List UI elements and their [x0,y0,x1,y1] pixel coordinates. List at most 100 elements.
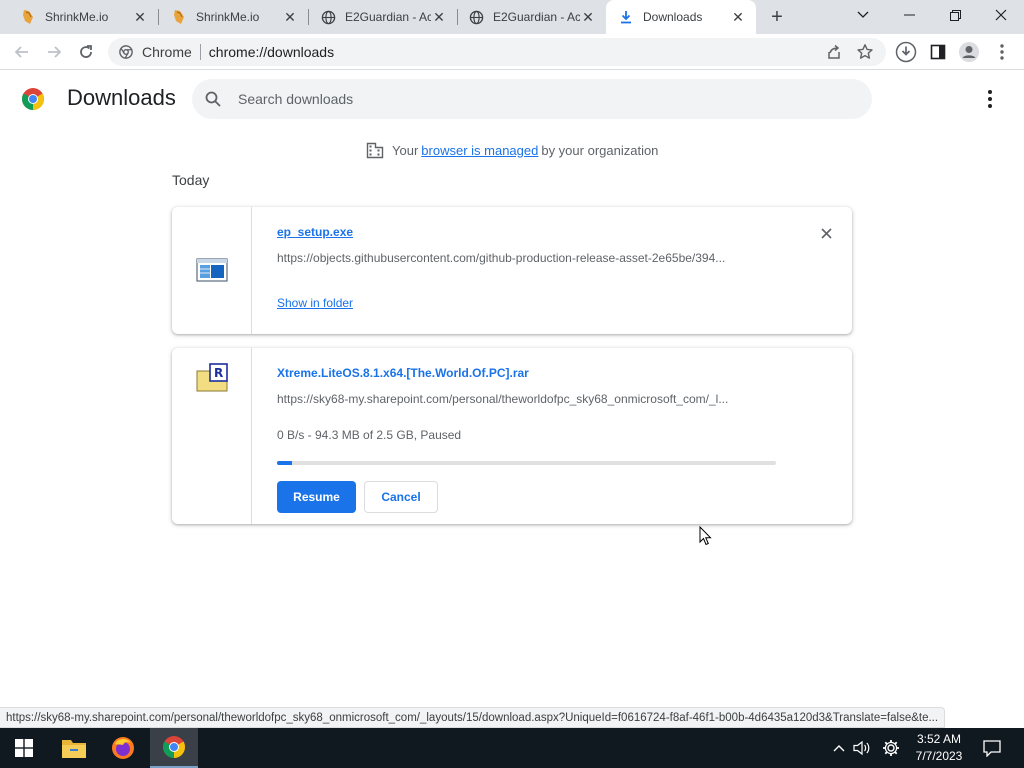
search-input[interactable] [238,91,838,107]
close-icon [995,9,1007,21]
close-icon[interactable]: ✕ [730,9,746,25]
show-hidden-icons-button[interactable] [828,728,850,768]
managed-notice: Your browser is managed by your organiza… [366,140,658,160]
file-explorer-taskbar-button[interactable] [50,728,98,768]
downloads-more-actions-button[interactable] [978,87,1002,111]
tab-search-button[interactable] [840,0,886,30]
shrinkme-icon [20,9,36,25]
close-window-button[interactable] [978,0,1024,30]
file-name-link[interactable]: ep_setup.exe [277,225,353,239]
firefox-taskbar-button[interactable] [99,728,147,768]
download-icon [618,9,634,25]
chrome-icon [163,736,185,758]
volume-button[interactable] [850,728,874,768]
close-icon[interactable]: ✕ [132,9,148,25]
minimize-icon [903,14,915,16]
arrow-right-icon [48,46,62,58]
browser-window: ShrinkMe.io ✕ ShrinkMe.io ✕ E2Guardian -… [0,0,1024,768]
url-text[interactable]: chrome://downloads [209,44,334,60]
browser-managed-link[interactable]: browser is managed [421,143,538,158]
search-icon [205,91,221,107]
tab-e2guardian-1[interactable]: E2Guardian - Ac ✕ [309,0,457,34]
download-circle-icon [895,41,917,63]
file-name-link[interactable]: Xtreme.LiteOS.8.1.x64.[The.World.Of.PC].… [277,366,529,380]
tab-downloads[interactable]: Downloads ✕ [606,0,756,34]
downloads-toolbar-button[interactable] [894,40,918,64]
browser-toolbar: Chrome chrome://downloads [0,34,1024,70]
rar-file-icon: R [196,363,228,392]
chrome-logo-icon [22,88,44,110]
tab-e2guardian-2[interactable]: E2Guardian - Ac ✕ [458,0,606,34]
file-source-url[interactable]: https://objects.githubusercontent.com/gi… [277,251,777,265]
search-box[interactable] [192,79,872,119]
arrow-left-icon [14,46,28,58]
gear-icon [883,740,899,756]
restore-icon [949,9,961,21]
progress-fill [277,461,292,465]
taskbar-clock[interactable]: 3:52 AM 7/7/2023 [910,731,968,765]
side-panel-icon [930,44,946,60]
more-vert-icon [1000,44,1004,60]
show-in-folder-link[interactable]: Show in folder [277,296,353,310]
resume-button[interactable]: Resume [277,481,356,513]
download-item: R Xtreme.LiteOS.8.1.x64.[The.World.Of.PC… [172,348,852,524]
close-icon[interactable]: ✕ [580,9,596,25]
cancel-button[interactable]: Cancel [364,481,438,513]
page-title: Downloads [67,85,176,110]
reload-icon [80,45,92,58]
profile-avatar-icon [959,42,979,62]
link-status-bubble: https://sky68-my.sharepoint.com/personal… [0,707,946,728]
bookmark-star-icon[interactable] [856,43,874,61]
action-center-button[interactable] [978,728,1006,768]
tab-title: E2Guardian - Ac [493,10,580,24]
windows-logo-icon [15,739,33,757]
file-icon-column: R [172,348,252,524]
new-tab-button[interactable]: + [764,5,790,29]
download-progress-bar [277,461,776,465]
file-source-url[interactable]: https://sky68-my.sharepoint.com/personal… [277,392,777,406]
chrome-menu-button[interactable] [990,40,1014,64]
building-icon [366,142,384,159]
chevron-up-icon [833,745,845,752]
chrome-taskbar-button[interactable] [150,728,198,768]
managed-text-before: Your [392,142,419,158]
date-section-header: Today [172,172,210,188]
globe-icon [468,9,484,25]
divider [199,44,201,60]
tab-title: E2Guardian - Ac [345,10,431,24]
notification-icon [983,739,1001,757]
start-button[interactable] [0,728,48,768]
remove-download-button[interactable] [818,225,834,241]
download-item: ep_setup.exe https://objects.githubuserc… [172,207,852,334]
profile-button[interactable] [957,40,981,64]
forward-button[interactable] [40,38,68,66]
close-icon[interactable]: ✕ [282,9,298,25]
folder-icon [62,740,86,758]
file-icon-column [172,207,252,334]
back-button[interactable] [8,38,36,66]
windows-taskbar: 3:52 AM 7/7/2023 [0,728,1024,768]
downloads-header: Downloads [0,71,1024,127]
clock-time: 3:52 AM [916,732,962,746]
firefox-icon [112,737,134,759]
speaker-icon [853,740,870,756]
site-chip: Chrome [142,44,192,60]
chevron-down-icon [857,11,869,18]
tab-shrinkme-1[interactable]: ShrinkMe.io ✕ [0,0,158,34]
tab-strip: ShrinkMe.io ✕ ShrinkMe.io ✕ E2Guardian -… [0,0,1024,34]
reload-button[interactable] [72,38,100,66]
globe-icon [320,9,336,25]
side-panel-button[interactable] [926,40,950,64]
mouse-cursor-icon [699,526,712,546]
shrinkme-icon [171,9,187,25]
tab-title: ShrinkMe.io [45,10,109,24]
close-icon [820,227,832,239]
restore-button[interactable] [932,0,978,30]
tab-title: ShrinkMe.io [196,10,260,24]
share-icon[interactable] [826,44,842,60]
tab-shrinkme-2[interactable]: ShrinkMe.io ✕ [159,0,308,34]
close-icon[interactable]: ✕ [431,9,447,25]
address-bar[interactable]: Chrome chrome://downloads [108,38,886,66]
minimize-button[interactable] [886,0,932,30]
settings-tray-button[interactable] [878,728,904,768]
